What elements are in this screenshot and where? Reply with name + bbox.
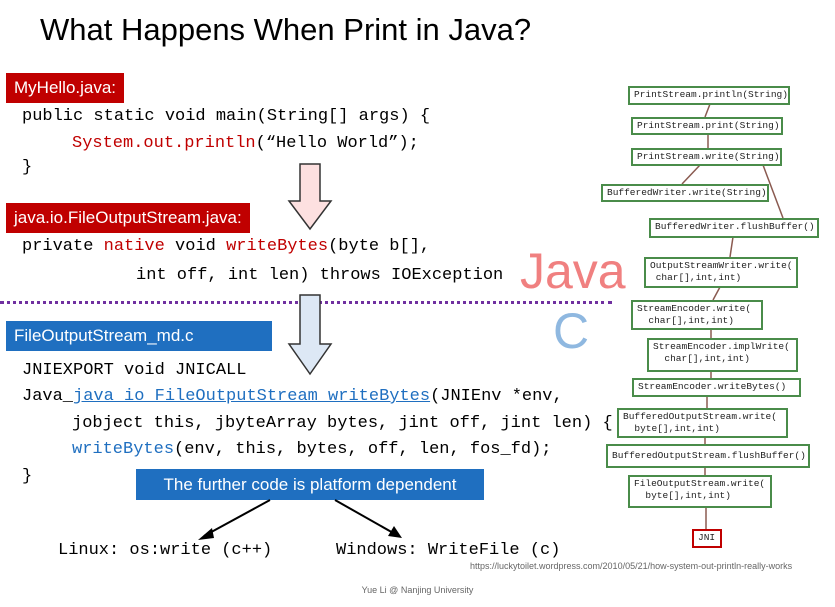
code-line: } (22, 467, 33, 486)
code-token: writeBytes (72, 440, 175, 459)
platform-banner: The further code is platform dependent (136, 469, 484, 500)
code-token: (byte b[], (328, 237, 431, 256)
call-box: FileOutputStream.write( byte[],int,int) (628, 475, 772, 508)
md-c-label: FileOutputStream_md.c (6, 321, 272, 351)
code-token: private (22, 237, 104, 256)
call-box: BufferedWriter.flushBuffer() (649, 218, 819, 238)
windows-text: Windows: WriteFile (c) (336, 541, 561, 560)
call-box: BufferedOutputStream.write( byte[],int,i… (617, 408, 788, 438)
call-box: OutputStreamWriter.write( char[],int,int… (644, 257, 798, 288)
code-line: Java_java_io_FileOutputStream_writeBytes… (22, 387, 563, 406)
footer: Yue Li @ Nanjing University (361, 585, 474, 595)
c-label: C (553, 303, 590, 359)
code-token: java_io_FileOutputStream_writeBytes (73, 387, 431, 406)
slide-title: What Happens When Print in Java? (40, 12, 532, 47)
code-token: (“Hello World”); (255, 134, 419, 153)
code-line: int off, int len) throws IOException (136, 266, 504, 285)
source-url[interactable]: https://luckytoilet.wordpress.com/2010/0… (470, 561, 792, 571)
down-arrow-icon (287, 163, 333, 231)
code-line: public static void main(String[] args) { (22, 107, 431, 126)
call-box: StreamEncoder.write( char[],int,int) (631, 300, 763, 330)
call-box: BufferedOutputStream.flushBuffer() (606, 444, 810, 468)
down-arrow-icon (287, 294, 333, 376)
code-line: private native void writeBytes(byte b[], (22, 237, 430, 256)
jni-box: JNI (692, 529, 722, 548)
code-token: (JNIEnv *env, (430, 387, 563, 406)
myhello-label: MyHello.java: (6, 73, 125, 103)
call-box: StreamEncoder.writeBytes() (632, 378, 801, 397)
code-line: writeBytes(env, this, bytes, off, len, f… (72, 440, 552, 459)
code-line: JNIEXPORT void JNICALL (22, 361, 247, 380)
linux-text: Linux: os:write (c++) (58, 541, 273, 560)
code-token: void (164, 237, 227, 256)
call-box: BufferedWriter.write(String) (601, 184, 769, 202)
code-token: native (103, 237, 165, 256)
code-token: Java_ (22, 387, 74, 406)
code-line: } (22, 158, 33, 177)
fileoutputstream-java-label: java.io.FileOutputStream.java: (6, 203, 250, 233)
call-box: PrintStream.print(String) (631, 117, 783, 135)
branch-arrows-icon (198, 499, 402, 540)
code-line: jobject this, jbyteArray bytes, jint off… (72, 414, 613, 433)
code-line: System.out.println(“Hello World”); (72, 134, 419, 153)
call-box: StreamEncoder.implWrite( char[],int,int) (647, 338, 798, 372)
call-box: PrintStream.println(String) (628, 86, 790, 105)
code-token: System.out.println (72, 134, 256, 153)
code-token: writeBytes (226, 237, 329, 256)
code-token: (env, this, bytes, off, len, fos_fd); (174, 440, 552, 459)
call-box: PrintStream.write(String) (631, 148, 782, 166)
